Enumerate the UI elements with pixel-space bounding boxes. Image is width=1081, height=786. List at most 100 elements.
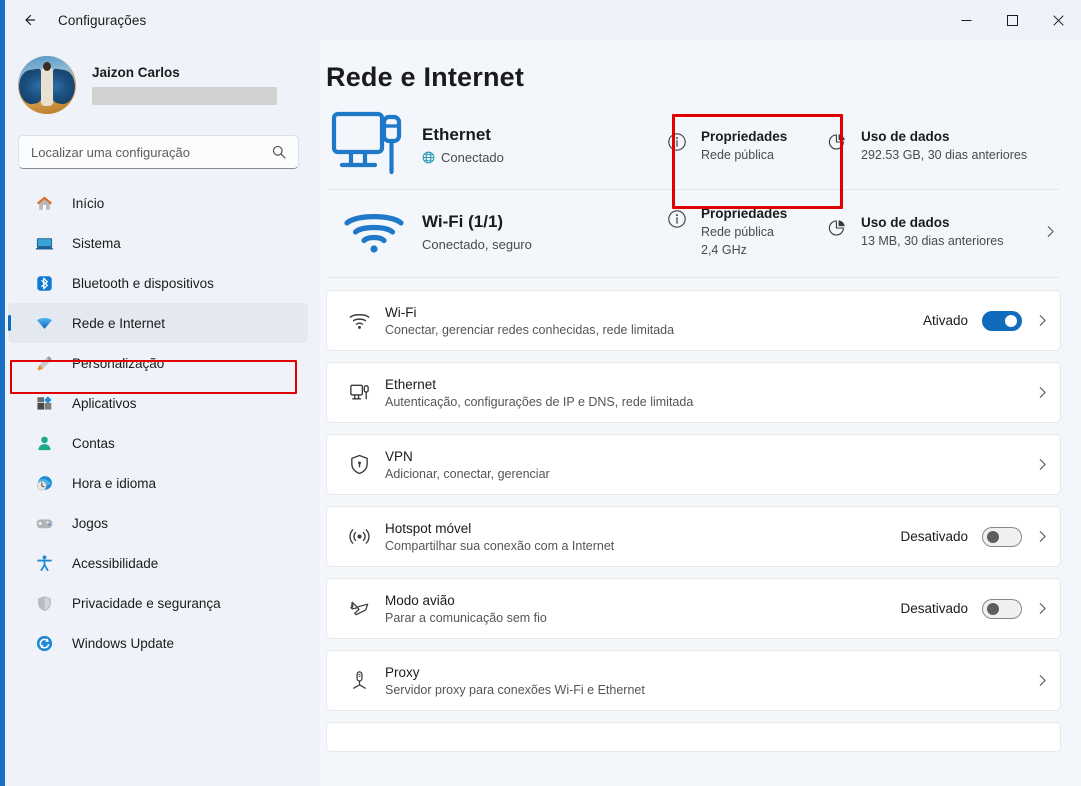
sidebar-item-label: Contas: [72, 435, 115, 451]
hotspot-icon: [344, 525, 374, 548]
avatar-figure-body: [41, 66, 53, 106]
card-vpn[interactable]: VPN Adicionar, conectar, gerenciar: [326, 434, 1061, 495]
toggle-knob: [987, 602, 999, 615]
wifi-properties-action[interactable]: Propriedades Rede pública 2,4 GHz: [658, 200, 818, 263]
network-icon: [34, 313, 54, 333]
main-content: Rede e Internet Ethernet Conectado Propr…: [320, 40, 1081, 786]
wifi-toggle[interactable]: [982, 310, 1022, 331]
card-description: Compartilhar sua conexão com a Internet: [385, 538, 615, 553]
card-wifi[interactable]: Wi-Fi Conectar, gerenciar redes conhecid…: [326, 290, 1061, 351]
wifi-row-chevron[interactable]: [1044, 225, 1061, 238]
sidebar-item-hora-e-idioma[interactable]: Hora e idioma: [8, 463, 308, 503]
maximize-button[interactable]: [989, 0, 1035, 40]
account-icon: [34, 433, 54, 453]
ethernet-data-usage-action[interactable]: Uso de dados 292.53 GB, 30 dias anterior…: [818, 123, 1061, 168]
wifi-properties-text: Propriedades Rede pública 2,4 GHz: [701, 206, 787, 257]
ethernet-name: Ethernet: [422, 125, 491, 144]
card-title: Proxy: [385, 664, 420, 680]
sidebar: Jaizon Carlos Localizar uma configuração…: [0, 40, 320, 786]
accessibility-icon: [34, 553, 54, 573]
card-chevron[interactable]: [1036, 530, 1049, 543]
sidebar-item-label: Rede e Internet: [72, 315, 166, 331]
toggle-label: Desativado: [900, 601, 968, 616]
clock-globe-icon: [34, 473, 54, 493]
sidebar-item-contas[interactable]: Contas: [8, 423, 308, 463]
sidebar-item-personalizacao[interactable]: Personalização: [8, 343, 308, 383]
ethernet-status-text: Conectado: [441, 150, 504, 165]
sidebar-item-label: Bluetooth e dispositivos: [72, 275, 214, 291]
shield-icon: [34, 593, 54, 613]
card-airplane-text: Modo avião Parar a comunicação sem fio: [385, 593, 900, 625]
status-divider-2: [328, 277, 1059, 278]
card-modo-aviao[interactable]: Modo avião Parar a comunicação sem fio D…: [326, 578, 1061, 639]
ethernet-icon: [344, 381, 374, 404]
search-box[interactable]: [18, 135, 299, 169]
chevron-right-icon: [1039, 459, 1046, 470]
card-title: Wi-Fi: [385, 304, 417, 320]
sidebar-item-label: Início: [72, 195, 105, 211]
title-bar: Configurações: [0, 0, 1081, 40]
proxy-icon: [344, 669, 374, 692]
card-ethernet-controls: [1022, 386, 1049, 399]
profile-block[interactable]: Jaizon Carlos: [18, 54, 320, 116]
sidebar-item-privacidade-e-seguranca[interactable]: Privacidade e segurança: [8, 583, 308, 623]
profile-text: Jaizon Carlos: [92, 65, 277, 105]
airplane-toggle[interactable]: [982, 598, 1022, 619]
wifi-properties-line2: 2,4 GHz: [701, 243, 747, 257]
close-button[interactable]: [1035, 0, 1081, 40]
wifi-status-row: Wi-Fi (1/1) Conectado, seguro Propriedad…: [326, 190, 1061, 277]
card-wifi-text: Wi-Fi Conectar, gerenciar redes conhecid…: [385, 305, 923, 337]
ethernet-data-usage-title: Uso de dados: [861, 128, 950, 144]
card-chevron[interactable]: [1036, 314, 1049, 327]
sidebar-item-sistema[interactable]: Sistema: [8, 223, 308, 263]
wifi-icon-large: [326, 208, 422, 256]
card-proxy-text: Proxy Servidor proxy para conexões Wi-Fi…: [385, 665, 1022, 697]
sidebar-item-rede-e-internet[interactable]: Rede e Internet: [8, 303, 308, 343]
sidebar-item-label: Sistema: [72, 235, 121, 251]
chevron-right-icon: [1039, 315, 1046, 326]
sidebar-nav: Início Sistema Bluetooth e dispositivos …: [0, 183, 320, 663]
hotspot-toggle[interactable]: [982, 526, 1022, 547]
ethernet-status-row: Ethernet Conectado Propriedades Rede púb…: [326, 107, 1061, 189]
card-description: Adicionar, conectar, gerenciar: [385, 466, 550, 481]
card-chevron[interactable]: [1036, 458, 1049, 471]
ethernet-properties-action[interactable]: Propriedades Rede pública: [658, 123, 818, 168]
card-chevron[interactable]: [1036, 602, 1049, 615]
toggle-label: Ativado: [922, 313, 968, 328]
card-chevron[interactable]: [1036, 674, 1049, 687]
card-proxy[interactable]: Proxy Servidor proxy para conexões Wi-Fi…: [326, 650, 1061, 711]
card-next-partial[interactable]: [326, 722, 1061, 752]
sidebar-item-bluetooth[interactable]: Bluetooth e dispositivos: [8, 263, 308, 303]
window-controls: [943, 0, 1081, 40]
globe-icon: [422, 151, 435, 164]
sidebar-item-aplicativos[interactable]: Aplicativos: [8, 383, 308, 423]
sidebar-item-windows-update[interactable]: Windows Update: [8, 623, 308, 663]
profile-name: Jaizon Carlos: [92, 65, 180, 80]
info-icon: [666, 132, 688, 152]
wifi-data-usage-action[interactable]: Uso de dados 13 MB, 30 dias anteriores: [818, 209, 1044, 254]
sidebar-item-inicio[interactable]: Início: [8, 183, 308, 223]
search-input[interactable]: [19, 144, 272, 160]
sidebar-item-jogos[interactable]: Jogos: [8, 503, 308, 543]
card-chevron[interactable]: [1036, 386, 1049, 399]
card-hotspot-movel[interactable]: Hotspot móvel Compartilhar sua conexão c…: [326, 506, 1061, 567]
minimize-button[interactable]: [943, 0, 989, 40]
sidebar-item-acessibilidade[interactable]: Acessibilidade: [8, 543, 308, 583]
ethernet-name-block: Ethernet Conectado: [422, 125, 658, 165]
sidebar-item-label: Aplicativos: [72, 395, 137, 411]
toggle-knob: [987, 530, 999, 543]
ethernet-data-usage-line1: 292.53 GB, 30 dias anteriores: [861, 147, 1028, 162]
avatar[interactable]: [18, 56, 76, 114]
wifi-name-block: Wi-Fi (1/1) Conectado, seguro: [422, 212, 658, 252]
wifi-data-usage-text: Uso de dados 13 MB, 30 dias anteriores: [861, 215, 1003, 248]
card-ethernet[interactable]: Ethernet Autenticação, configurações de …: [326, 362, 1061, 423]
back-button[interactable]: [12, 4, 46, 36]
page-title: Rede e Internet: [326, 62, 525, 92]
wifi-properties-title: Propriedades: [701, 206, 788, 221]
ethernet-properties-line1: Rede pública: [701, 147, 774, 162]
wifi-name: Wi-Fi (1/1): [422, 211, 504, 231]
wifi-properties-line1: Rede pública: [701, 225, 774, 239]
sidebar-item-label: Personalização: [72, 355, 165, 371]
maximize-icon: [1006, 14, 1018, 26]
home-icon: [34, 193, 54, 213]
